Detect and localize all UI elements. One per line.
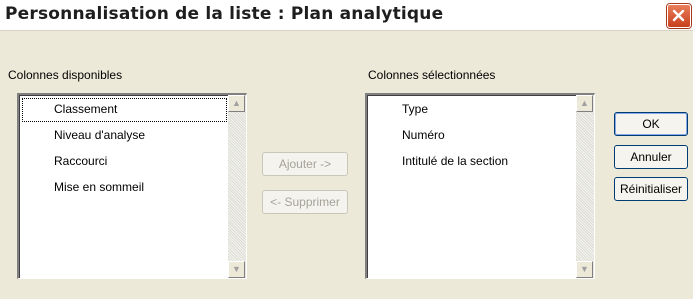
list-item[interactable]: Intitulé de la section [369, 149, 576, 175]
available-scrollbar[interactable]: ▲ ▼ [228, 95, 246, 278]
remove-button[interactable]: <- Supprimer [262, 190, 348, 214]
arrow-up-icon: ▲ [580, 98, 589, 108]
available-columns-label: Colonnes disponibles [8, 68, 123, 82]
available-items: Classement Niveau d'analyse Raccourci Mise … [21, 97, 228, 201]
title-bar: Personnalisation de la liste : Plan anal… [0, 0, 693, 31]
arrow-down-icon: ▼ [232, 264, 241, 274]
list-item[interactable]: Type [369, 97, 576, 123]
list-item[interactable]: Raccourci [21, 149, 228, 175]
scroll-up-button[interactable]: ▲ [576, 95, 593, 112]
dialog-title: Personnalisation de la liste : Plan anal… [5, 4, 444, 24]
cancel-button[interactable]: Annuler [614, 145, 688, 169]
scroll-up-button[interactable]: ▲ [228, 95, 245, 112]
add-button[interactable]: Ajouter -> [262, 152, 348, 176]
list-item[interactable]: Classement [21, 97, 228, 123]
close-icon [672, 9, 685, 22]
selected-items: Type Numéro Intitulé de la section [369, 97, 576, 175]
list-item[interactable]: Mise en sommeil [21, 175, 228, 201]
close-button[interactable] [667, 4, 691, 28]
selected-columns-label: Colonnes sélectionnées [368, 68, 496, 82]
arrow-down-icon: ▼ [580, 264, 589, 274]
scroll-down-button[interactable]: ▼ [228, 261, 245, 278]
available-columns-list[interactable]: Classement Niveau d'analyse Raccourci Mise … [17, 93, 247, 279]
list-item[interactable]: Niveau d'analyse [21, 123, 228, 149]
reset-button[interactable]: Réinitialiser [614, 177, 688, 201]
scroll-down-button[interactable]: ▼ [576, 261, 593, 278]
dialog-body: Colonnes disponibles Classement Niveau d'… [0, 31, 693, 299]
selected-scrollbar[interactable]: ▲ ▼ [576, 95, 594, 278]
ok-button[interactable]: OK [614, 112, 688, 136]
list-item[interactable]: Numéro [369, 123, 576, 149]
selected-columns-list[interactable]: Type Numéro Intitulé de la section ▲ ▼ [365, 93, 595, 279]
arrow-up-icon: ▲ [232, 98, 241, 108]
